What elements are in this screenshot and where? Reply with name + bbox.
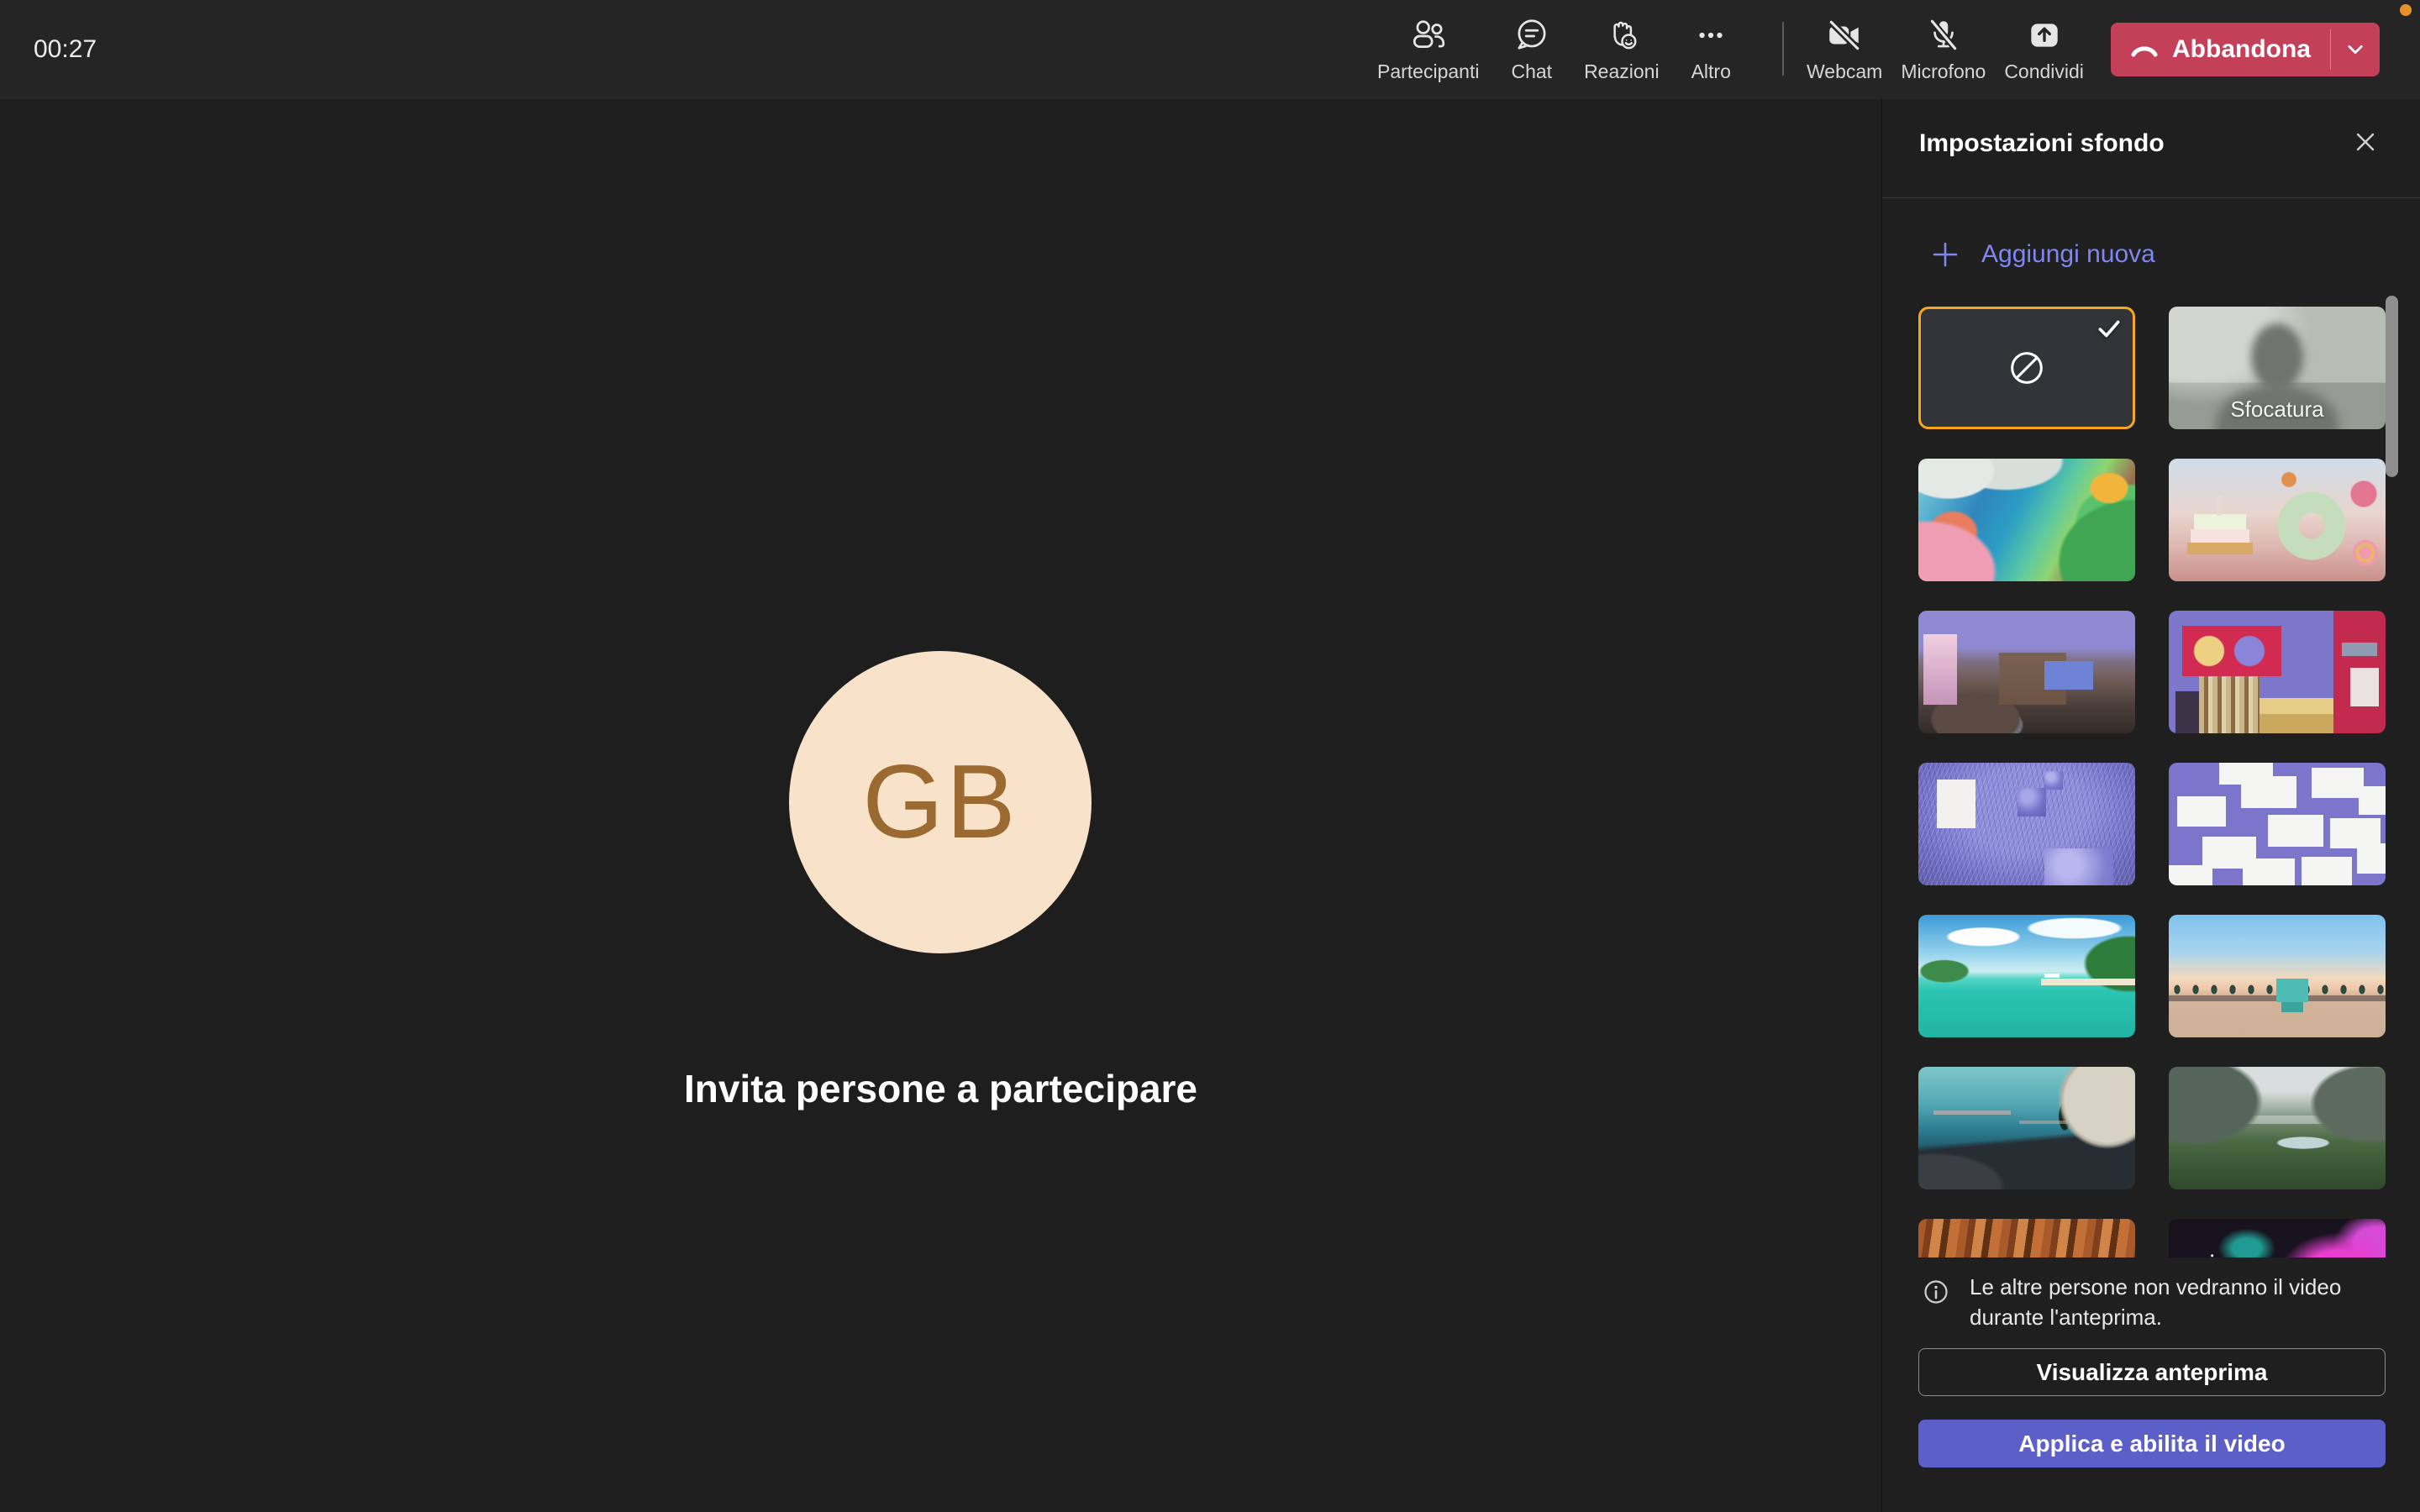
meeting-timer: 00:27 <box>34 0 97 99</box>
panel-scrollbar-thumb[interactable] <box>2386 296 2398 477</box>
leave-label: Abbandona <box>2172 35 2311 64</box>
mic-off-icon <box>1924 16 1963 55</box>
background-option-abstract-papercut[interactable] <box>1918 459 2135 581</box>
backgrounds-scroll-area: Aggiungi nuova Sfocatura <box>1882 198 2420 1257</box>
leave-button-group: Abbandona <box>2111 23 2380 76</box>
plus-icon <box>1929 239 1961 270</box>
preview-info-note: Le altre persone non vedranno il video d… <box>1923 1272 2376 1332</box>
microphone-label: Microfono <box>1901 60 1986 83</box>
panel-title: Impostazioni sfondo <box>1919 129 2165 158</box>
background-option-sunset-beach[interactable] <box>2169 915 2386 1037</box>
background-option-birthday-candyland[interactable] <box>2169 459 2386 581</box>
participants-label: Partecipanti <box>1377 60 1479 83</box>
webcam-label: Webcam <box>1807 60 1882 83</box>
reactions-label: Reazioni <box>1584 60 1660 83</box>
add-new-label: Aggiungi nuova <box>1981 240 2155 269</box>
chevron-down-icon <box>2341 35 2370 64</box>
raised-hand-smiley-icon <box>1602 16 1641 55</box>
share-screen-icon <box>2025 16 2064 55</box>
toolbar-separator <box>1782 22 1784 76</box>
background-option-none[interactable] <box>1918 307 2135 429</box>
chat-label: Chat <box>1511 60 1552 83</box>
background-option-purple-living-room[interactable] <box>1918 611 2135 733</box>
info-icon <box>1923 1278 1949 1305</box>
toolbar-group-main: Partecipanti Chat Reazioni Al <box>1372 0 1736 99</box>
background-option-purple-galaxy[interactable] <box>2169 1219 2386 1257</box>
share-label: Condividi <box>2004 60 2084 83</box>
background-settings-panel: Impostazioni sfondo Aggiungi nuova <box>1881 99 2420 1512</box>
background-option-pantone-swatches[interactable] <box>2169 763 2386 885</box>
blur-silhouette-head <box>2251 323 2303 391</box>
background-option-blur[interactable]: Sfocatura <box>2169 307 2386 429</box>
chat-icon <box>1512 16 1551 55</box>
leave-options-button[interactable] <box>2331 23 2380 76</box>
participants-button[interactable]: Partecipanti <box>1372 0 1484 99</box>
camera-off-icon <box>1825 16 1864 55</box>
microphone-button[interactable]: Microfono <box>1896 0 1991 99</box>
no-background-icon <box>2005 346 2049 390</box>
more-button[interactable]: Altro <box>1686 0 1736 99</box>
background-option-orange-canyon[interactable] <box>1918 1219 2135 1257</box>
preview-button[interactable]: Visualizza anteprima <box>1918 1348 2386 1396</box>
leave-button[interactable]: Abbandona <box>2111 23 2330 76</box>
toolbar-group-devices: Webcam Microfono Condividi <box>1802 0 2089 99</box>
background-option-tropical-lagoon[interactable] <box>1918 915 2135 1037</box>
more-label: Altro <box>1691 60 1731 83</box>
avatar-initials: GB <box>862 743 1018 862</box>
invite-message: Invita persone a partecipare <box>0 1066 1881 1111</box>
background-option-colorful-studio-shelf[interactable] <box>2169 611 2386 733</box>
notification-dot <box>2400 4 2412 16</box>
close-icon <box>2351 128 2380 156</box>
reactions-button[interactable]: Reazioni <box>1579 0 1665 99</box>
people-icon <box>1409 16 1448 55</box>
background-option-fantasy-planet[interactable] <box>1918 1067 2135 1189</box>
ellipsis-icon <box>1691 16 1730 55</box>
background-option-very-peri-fur[interactable] <box>1918 763 2135 885</box>
background-option-mountain-valley[interactable] <box>2169 1067 2386 1189</box>
add-new-background-button[interactable]: Aggiungi nuova <box>1929 239 2155 270</box>
close-panel-button[interactable] <box>2344 121 2386 163</box>
selected-check-icon <box>2096 316 2123 343</box>
share-button[interactable]: Condividi <box>1999 0 2089 99</box>
blur-label: Sfocatura <box>2169 396 2386 423</box>
hangup-icon <box>2130 39 2159 60</box>
meeting-stage: GB Invita persone a partecipare <box>0 99 1881 1512</box>
webcam-button[interactable]: Webcam <box>1802 0 1887 99</box>
apply-and-enable-video-button[interactable]: Applica e abilita il video <box>1918 1420 2386 1467</box>
meeting-toolbar: 00:27 Partecipanti Chat <box>0 0 2420 99</box>
chat-button[interactable]: Chat <box>1506 0 1557 99</box>
avatar: GB <box>789 651 1092 953</box>
info-text: Le altre persone non vedranno il video d… <box>1970 1272 2358 1332</box>
